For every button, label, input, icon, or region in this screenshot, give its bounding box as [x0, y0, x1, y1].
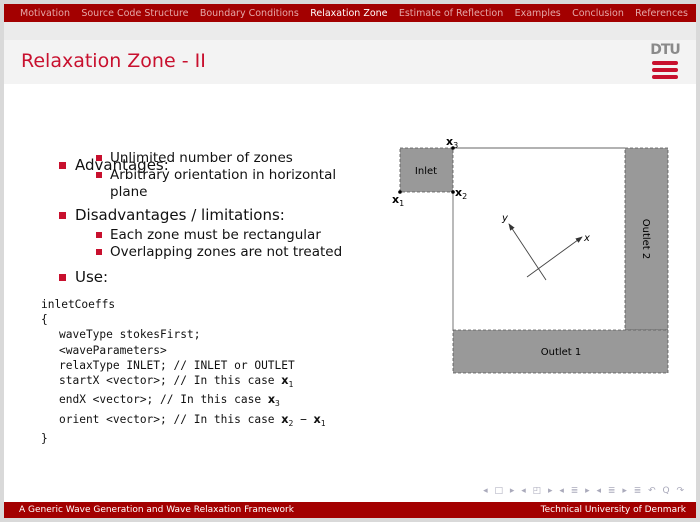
- label-x1: x1: [392, 193, 404, 208]
- x-axis-arrow: [526, 236, 583, 278]
- label-x3: x3: [446, 135, 458, 150]
- y-axis-arrow: [508, 223, 547, 281]
- outlet2-label: Outlet 2: [640, 219, 651, 260]
- footer: A Generic Wave Generation and Wave Relax…: [4, 502, 696, 518]
- relaxation-zone-diagram: x y Inlet Outlet 1 Outlet 2 x1 x2 x3: [392, 135, 669, 374]
- inlet-label: Inlet: [415, 166, 437, 177]
- label-x2: x2: [455, 186, 467, 201]
- beamer-navigation-symbols[interactable]: ◂ □ ▸ ◂ ◰ ▸ ◂ ≣ ▸ ◂ ≣ ▸ ≣ ↶ Q ↷: [483, 486, 686, 496]
- footer-institution: Technical University of Denmark: [540, 505, 686, 515]
- footer-title: A Generic Wave Generation and Wave Relax…: [19, 505, 294, 515]
- slide: Motivation Source Code Structure Boundar…: [4, 4, 696, 518]
- x-axis-label: x: [583, 233, 590, 244]
- y-axis-label: y: [501, 213, 509, 224]
- outlet1-label: Outlet 1: [541, 347, 582, 358]
